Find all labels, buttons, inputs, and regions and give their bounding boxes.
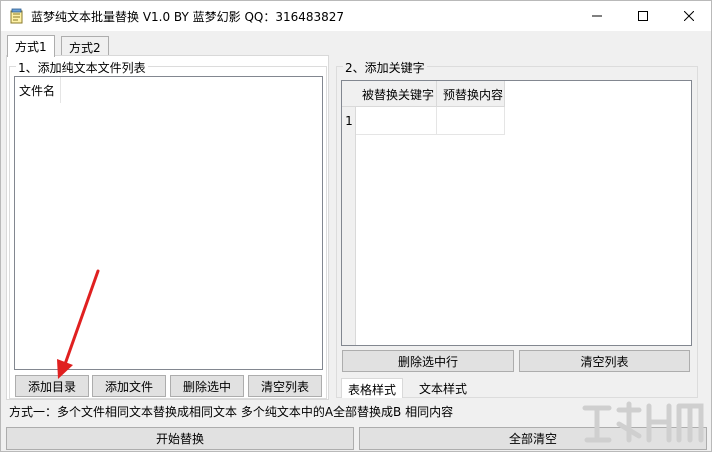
delete-selected-button[interactable]: 删除选中 [170,375,244,397]
maximize-button[interactable] [620,1,666,31]
keyword-group-title: 2、添加关键字 [343,59,427,76]
add-file-button[interactable]: 添加文件 [92,375,166,397]
grid-row-number: 1 [345,114,353,128]
add-dir-button[interactable]: 添加目录 [15,375,89,397]
file-list-group-title: 1、添加纯文本文件列表 [16,59,148,76]
app-window: 蓝梦纯文本批量替换 V1.0 BY 蓝梦幻影 QQ：316483827 方式1 … [0,0,712,452]
grid-cell-keyword[interactable] [356,107,437,135]
tab-mode-2[interactable]: 方式2 [61,36,109,56]
window-title: 蓝梦纯文本批量替换 V1.0 BY 蓝梦幻影 QQ：316483827 [31,10,345,24]
grid-header-replacement[interactable]: 预替换内容 [437,81,505,107]
file-listbox[interactable]: 文件名 [14,76,323,370]
notepad-icon [10,8,23,24]
clear-keyword-list-button[interactable]: 清空列表 [519,350,690,372]
keyword-grid[interactable]: 被替换关键字 预替换内容 1 [341,80,692,346]
close-button[interactable] [666,1,712,31]
title-bar: 蓝梦纯文本批量替换 V1.0 BY 蓝梦幻影 QQ：316483827 [1,1,711,31]
maximize-icon [638,11,648,21]
tab-text-style[interactable]: 文本样式 [413,378,473,398]
tab-table-style[interactable]: 表格样式 [341,378,404,398]
minimize-icon [592,15,602,17]
filename-column-header[interactable]: 文件名 [15,77,61,103]
grid-cell-replacement[interactable] [437,107,505,135]
grid-corner [342,81,356,107]
close-icon [684,11,694,21]
start-replace-button[interactable]: 开始替换 [6,427,354,450]
grid-header-keyword[interactable]: 被替换关键字 [356,81,437,107]
clear-list-button[interactable]: 清空列表 [248,375,322,397]
delete-selected-row-button[interactable]: 删除选中行 [342,350,514,372]
mode-description: 方式一：多个文件相同文本替换成相同文本 多个纯文本中的A全部替换成B 相同内容 [9,405,454,419]
tab-mode-1[interactable]: 方式1 [7,35,55,57]
minimize-button[interactable] [574,1,620,31]
watermark-logo-icon [582,401,704,443]
